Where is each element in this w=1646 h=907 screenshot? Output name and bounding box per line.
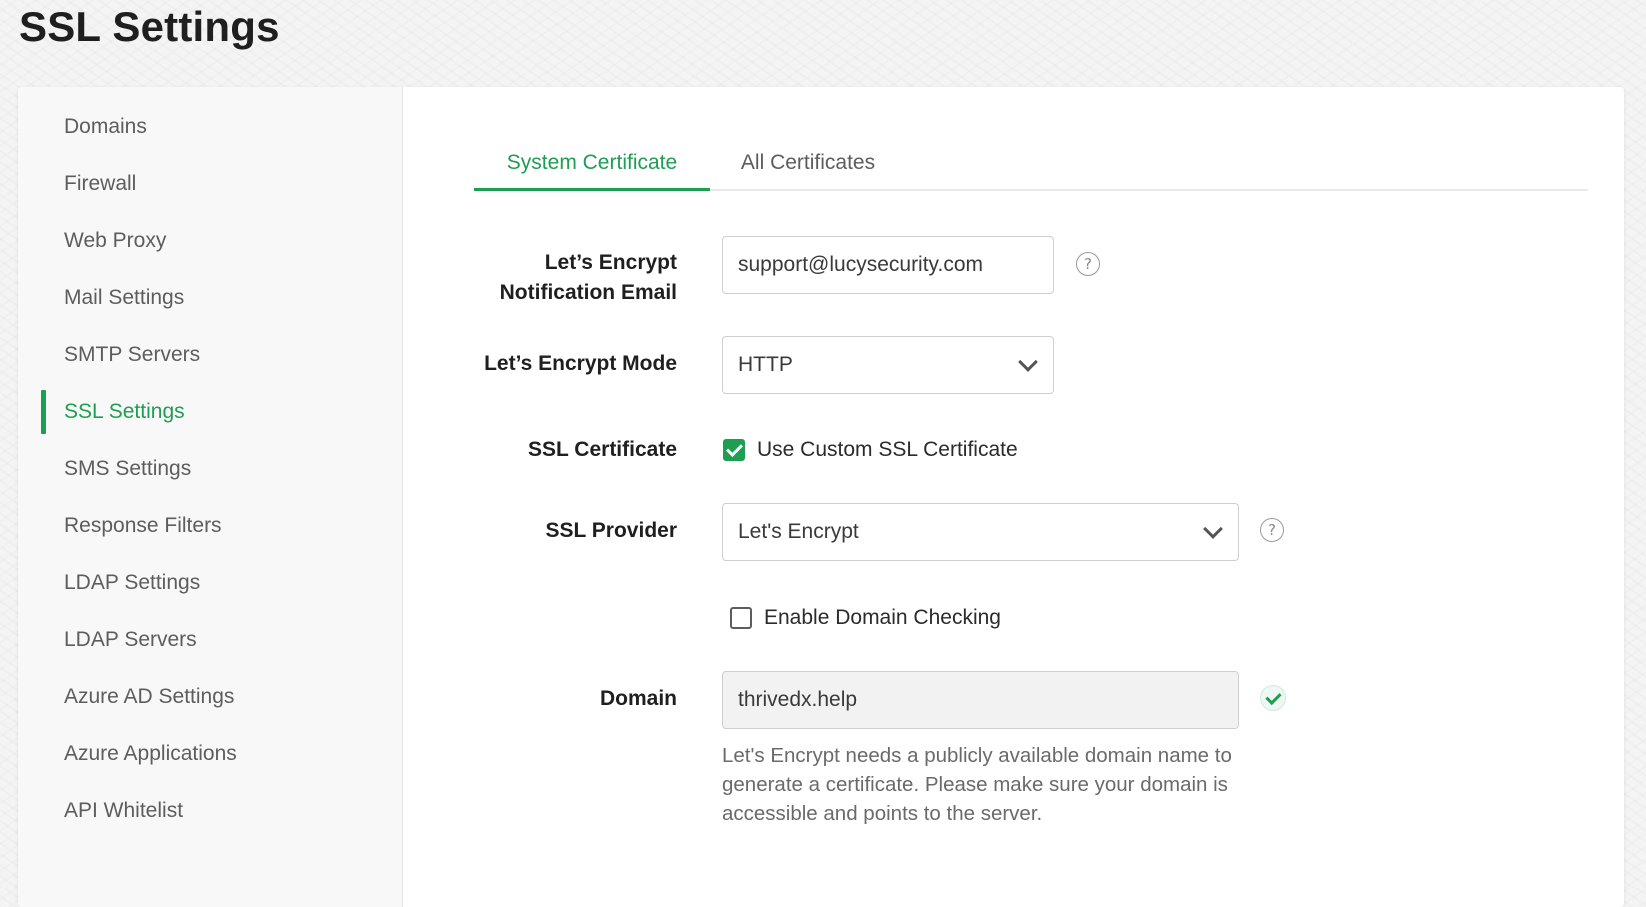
- notification-email-field[interactable]: support@lucysecurity.com: [722, 236, 1054, 294]
- domain-field[interactable]: thrivedx.help: [722, 671, 1239, 729]
- tab-bar: System Certificate All Certificates: [474, 137, 1588, 191]
- sidebar-item-label: Response Filters: [64, 514, 222, 537]
- domain-checking-checkbox-row[interactable]: Enable Domain Checking: [730, 603, 1001, 633]
- email-help-icon[interactable]: ?: [1076, 252, 1100, 276]
- check-circle-icon: [1260, 685, 1286, 711]
- domain-help-text: Let's Encrypt needs a publicly available…: [722, 744, 1232, 825]
- sidebar-item-web-proxy[interactable]: Web Proxy: [18, 217, 402, 265]
- settings-card: Domains Firewall Web Proxy Mail Settings…: [18, 87, 1624, 907]
- sidebar-item-label: Mail Settings: [64, 286, 185, 309]
- sidebar-item-label: Firewall: [64, 172, 137, 195]
- custom-ssl-checkbox-label: Use Custom SSL Certificate: [757, 438, 1018, 461]
- sidebar-item-azure-ad-settings[interactable]: Azure AD Settings: [18, 673, 402, 721]
- ssl-provider-select[interactable]: Let's Encrypt: [722, 503, 1239, 561]
- ssl-provider-label: SSL Provider: [545, 519, 678, 542]
- email-label-line2: Notification Email: [499, 281, 677, 304]
- sidebar-item-api-whitelist[interactable]: API Whitelist: [18, 787, 402, 835]
- main-content: System Certificate All Certificates Let’…: [402, 87, 1624, 907]
- chevron-down-icon: [1203, 519, 1223, 539]
- ssl-provider-value: Let's Encrypt: [738, 520, 859, 543]
- sidebar-item-ssl-settings[interactable]: SSL Settings: [18, 388, 402, 436]
- sidebar-item-domains[interactable]: Domains: [18, 103, 402, 151]
- page-title: SSL Settings: [19, 3, 280, 50]
- sidebar-item-label: SMS Settings: [64, 457, 192, 480]
- sidebar-item-label: Azure Applications: [64, 742, 237, 765]
- domain-checking-checkbox-label: Enable Domain Checking: [764, 606, 1001, 629]
- tab-system-certificate[interactable]: System Certificate: [474, 137, 710, 191]
- domain-checking-checkbox[interactable]: [730, 607, 752, 629]
- sidebar-item-label: Azure AD Settings: [64, 685, 235, 708]
- sidebar-item-smtp-servers[interactable]: SMTP Servers: [18, 331, 402, 379]
- settings-sidebar: Domains Firewall Web Proxy Mail Settings…: [18, 87, 403, 907]
- email-label: Let’s Encrypt Notification Email: [500, 248, 677, 308]
- encrypt-mode-select[interactable]: HTTP: [722, 336, 1054, 394]
- chevron-down-icon: [1018, 352, 1038, 372]
- encrypt-mode-value: HTTP: [738, 353, 793, 376]
- sidebar-item-sms-settings[interactable]: SMS Settings: [18, 445, 402, 493]
- email-label-line1: Let’s Encrypt: [544, 251, 677, 274]
- sidebar-item-label: LDAP Servers: [64, 628, 197, 651]
- custom-ssl-checkbox[interactable]: [723, 439, 745, 461]
- sidebar-item-label: API Whitelist: [64, 799, 184, 822]
- sidebar-item-label: LDAP Settings: [64, 571, 201, 594]
- sidebar-item-label: SSL Settings: [64, 400, 185, 423]
- sidebar-item-mail-settings[interactable]: Mail Settings: [18, 274, 402, 322]
- sidebar-item-ldap-servers[interactable]: LDAP Servers: [18, 616, 402, 664]
- tab-all-certificates[interactable]: All Certificates: [710, 137, 906, 189]
- sidebar-item-label: SMTP Servers: [64, 343, 201, 366]
- custom-ssl-checkbox-row[interactable]: Use Custom SSL Certificate: [723, 435, 1018, 465]
- ssl-certificate-label: SSL Certificate: [528, 438, 677, 461]
- sidebar-item-response-filters[interactable]: Response Filters: [18, 502, 402, 550]
- domain-label: Domain: [599, 687, 677, 710]
- sidebar-item-label: Domains: [64, 115, 147, 138]
- sidebar-item-azure-applications[interactable]: Azure Applications: [18, 730, 402, 778]
- mode-label: Let’s Encrypt Mode: [484, 352, 677, 375]
- sidebar-item-ldap-settings[interactable]: LDAP Settings: [18, 559, 402, 607]
- provider-help-icon[interactable]: ?: [1260, 518, 1284, 542]
- sidebar-item-label: Web Proxy: [64, 229, 167, 252]
- sidebar-item-firewall[interactable]: Firewall: [18, 160, 402, 208]
